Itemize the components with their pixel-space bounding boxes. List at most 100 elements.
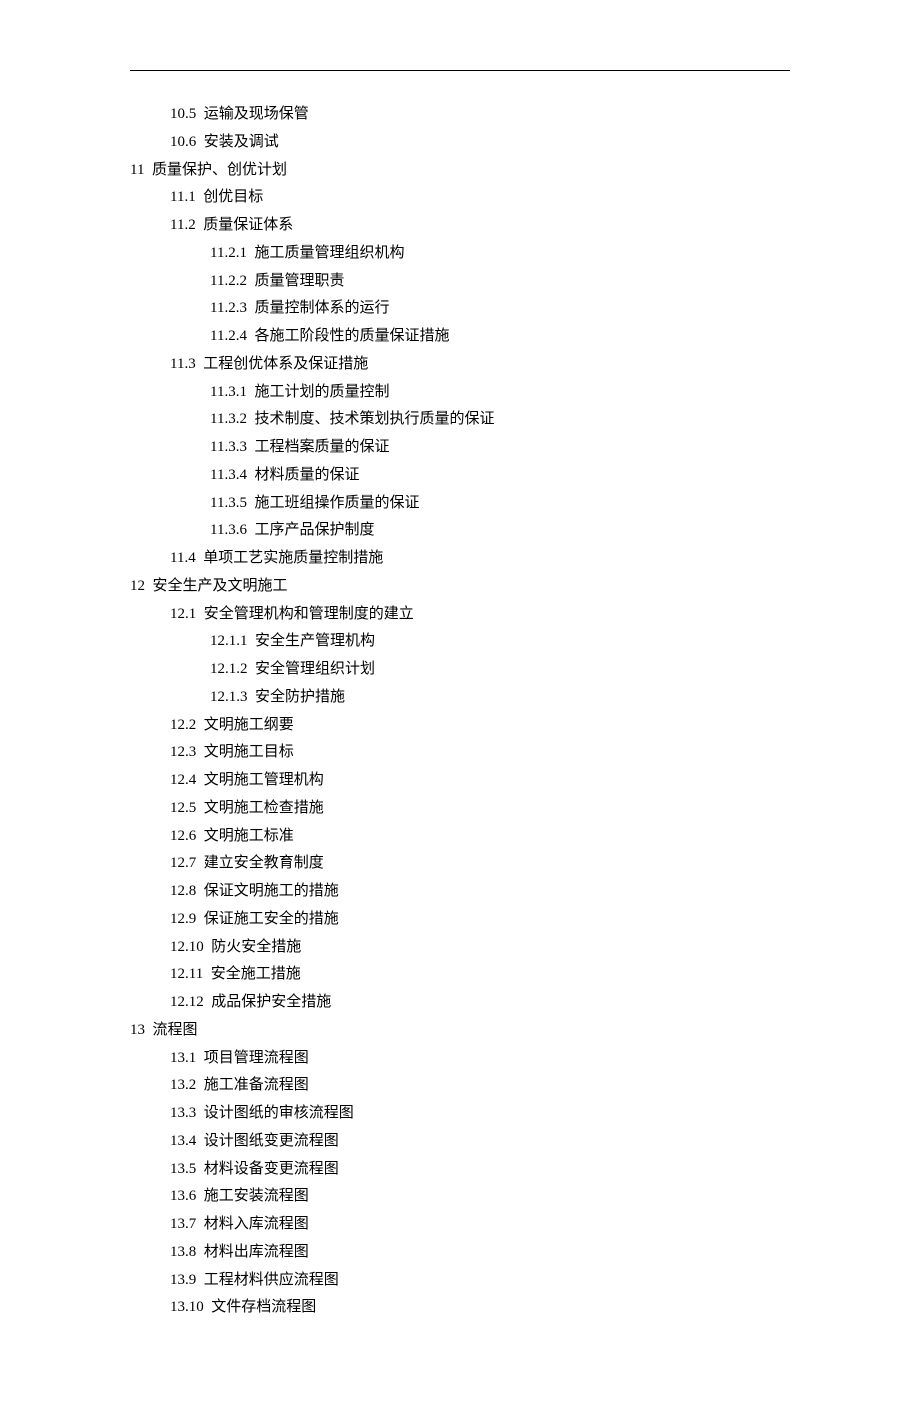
- toc-entry: 11.3.6 工序产品保护制度: [130, 517, 790, 545]
- toc-entry-title: 建立安全教育制度: [204, 855, 324, 871]
- toc-entry: 11.3.2 技术制度、技术策划执行质量的保证: [130, 406, 790, 434]
- toc-entry: 12.6 文明施工标准: [130, 823, 790, 851]
- toc-entry-number: 11.3.6: [210, 522, 247, 538]
- toc-entry-title: 安全生产及文明施工: [153, 578, 288, 594]
- toc: 10.5 运输及现场保管10.6 安装及调试11 质量保护、创优计划11.1 创…: [130, 101, 790, 1322]
- toc-entry-number: 10.6: [170, 134, 196, 150]
- toc-entry: 12.12 成品保护安全措施: [130, 989, 790, 1017]
- toc-entry: 13.4 设计图纸变更流程图: [130, 1128, 790, 1156]
- toc-entry: 12.1 安全管理机构和管理制度的建立: [130, 601, 790, 629]
- toc-entry-title: 质量保护、创优计划: [152, 162, 287, 178]
- toc-entry-number: 12.6: [170, 828, 196, 844]
- toc-entry: 12.8 保证文明施工的措施: [130, 878, 790, 906]
- toc-entry: 11.2 质量保证体系: [130, 212, 790, 240]
- toc-entry: 13.2 施工准备流程图: [130, 1072, 790, 1100]
- toc-entry-number: 13.7: [170, 1216, 196, 1232]
- document-page: 10.5 运输及现场保管10.6 安装及调试11 质量保护、创优计划11.1 创…: [0, 0, 920, 1402]
- toc-entry-title: 文明施工纲要: [204, 717, 294, 733]
- toc-entry-title: 施工安装流程图: [204, 1188, 309, 1204]
- toc-entry-title: 文明施工管理机构: [204, 772, 324, 788]
- toc-entry: 13.8 材料出库流程图: [130, 1239, 790, 1267]
- toc-entry: 12.10 防火安全措施: [130, 934, 790, 962]
- toc-entry-title: 材料入库流程图: [204, 1216, 309, 1232]
- toc-entry-title: 安全生产管理机构: [255, 633, 375, 649]
- toc-entry-number: 11.2.2: [210, 273, 247, 289]
- toc-entry-title: 设计图纸变更流程图: [204, 1133, 339, 1149]
- toc-entry-number: 13: [130, 1022, 145, 1038]
- toc-entry: 13.1 项目管理流程图: [130, 1045, 790, 1073]
- toc-entry-title: 流程图: [153, 1022, 198, 1038]
- toc-entry: 10.5 运输及现场保管: [130, 101, 790, 129]
- toc-entry-title: 安全施工措施: [211, 966, 301, 982]
- toc-entry-number: 12.1.3: [210, 689, 248, 705]
- toc-entry-number: 11.4: [170, 550, 196, 566]
- toc-entry-title: 施工班组操作质量的保证: [254, 495, 419, 511]
- toc-entry-title: 成品保护安全措施: [211, 994, 331, 1010]
- toc-entry-number: 11.3.2: [210, 411, 247, 427]
- toc-entry-title: 单项工艺实施质量控制措施: [203, 550, 383, 566]
- toc-entry-number: 11.3.4: [210, 467, 247, 483]
- toc-entry: 13.3 设计图纸的审核流程图: [130, 1100, 790, 1128]
- toc-entry: 11.2.2 质量管理职责: [130, 268, 790, 296]
- toc-entry-title: 安全管理机构和管理制度的建立: [204, 606, 414, 622]
- toc-entry: 11.3.1 施工计划的质量控制: [130, 379, 790, 407]
- toc-entry-number: 13.3: [170, 1105, 196, 1121]
- toc-entry-title: 工序产品保护制度: [254, 522, 374, 538]
- toc-entry-title: 保证施工安全的措施: [204, 911, 339, 927]
- toc-entry-title: 材料出库流程图: [204, 1244, 309, 1260]
- toc-entry-number: 13.1: [170, 1050, 196, 1066]
- toc-entry-title: 质量保证体系: [203, 217, 293, 233]
- toc-entry-number: 12.7: [170, 855, 196, 871]
- toc-entry-number: 11.2.4: [210, 328, 247, 344]
- toc-entry-number: 12.11: [170, 966, 203, 982]
- toc-entry: 12.1.1 安全生产管理机构: [130, 628, 790, 656]
- toc-entry-number: 12.1: [170, 606, 196, 622]
- toc-entry: 12.1.2 安全管理组织计划: [130, 656, 790, 684]
- toc-entry: 11.3.3 工程档案质量的保证: [130, 434, 790, 462]
- toc-entry-title: 工程材料供应流程图: [204, 1272, 339, 1288]
- toc-entry: 11.3.5 施工班组操作质量的保证: [130, 490, 790, 518]
- toc-entry-title: 质量控制体系的运行: [254, 300, 389, 316]
- toc-entry: 13.5 材料设备变更流程图: [130, 1156, 790, 1184]
- toc-entry-number: 11.3: [170, 356, 196, 372]
- toc-entry: 12.11 安全施工措施: [130, 961, 790, 989]
- toc-entry-number: 13.8: [170, 1244, 196, 1260]
- toc-entry-number: 11.2.1: [210, 245, 247, 261]
- toc-entry: 12.5 文明施工检查措施: [130, 795, 790, 823]
- toc-entry-number: 12.4: [170, 772, 196, 788]
- toc-entry-number: 11.3.3: [210, 439, 247, 455]
- toc-entry: 13.10 文件存档流程图: [130, 1294, 790, 1322]
- toc-entry: 11.2.3 质量控制体系的运行: [130, 295, 790, 323]
- toc-entry-title: 施工准备流程图: [204, 1077, 309, 1093]
- toc-entry-number: 12.2: [170, 717, 196, 733]
- toc-entry: 10.6 安装及调试: [130, 129, 790, 157]
- header-rule: [130, 70, 790, 71]
- toc-entry: 12 安全生产及文明施工: [130, 573, 790, 601]
- toc-entry-title: 安全防护措施: [255, 689, 345, 705]
- toc-entry-number: 11.3.1: [210, 384, 247, 400]
- toc-entry: 11.1 创优目标: [130, 184, 790, 212]
- toc-entry-title: 施工质量管理组织机构: [254, 245, 404, 261]
- toc-entry-number: 11.3.5: [210, 495, 247, 511]
- toc-entry-number: 11.1: [170, 189, 196, 205]
- toc-entry-number: 13.6: [170, 1188, 196, 1204]
- toc-entry: 12.9 保证施工安全的措施: [130, 906, 790, 934]
- toc-entry-number: 12.3: [170, 744, 196, 760]
- toc-entry: 13.9 工程材料供应流程图: [130, 1267, 790, 1295]
- toc-entry-number: 12.5: [170, 800, 196, 816]
- toc-entry-number: 12.10: [170, 939, 204, 955]
- toc-entry: 11.4 单项工艺实施质量控制措施: [130, 545, 790, 573]
- toc-entry: 13 流程图: [130, 1017, 790, 1045]
- toc-entry: 11.3 工程创优体系及保证措施: [130, 351, 790, 379]
- toc-entry: 12.7 建立安全教育制度: [130, 850, 790, 878]
- toc-entry-title: 工程档案质量的保证: [254, 439, 389, 455]
- toc-entry-number: 10.5: [170, 106, 196, 122]
- toc-entry-number: 12.9: [170, 911, 196, 927]
- toc-entry-title: 文明施工检查措施: [204, 800, 324, 816]
- toc-entry-number: 11.2.3: [210, 300, 247, 316]
- toc-entry: 11 质量保护、创优计划: [130, 157, 790, 185]
- toc-entry-title: 项目管理流程图: [204, 1050, 309, 1066]
- toc-entry-number: 11: [130, 162, 144, 178]
- toc-entry-title: 文明施工目标: [204, 744, 294, 760]
- toc-entry: 12.1.3 安全防护措施: [130, 684, 790, 712]
